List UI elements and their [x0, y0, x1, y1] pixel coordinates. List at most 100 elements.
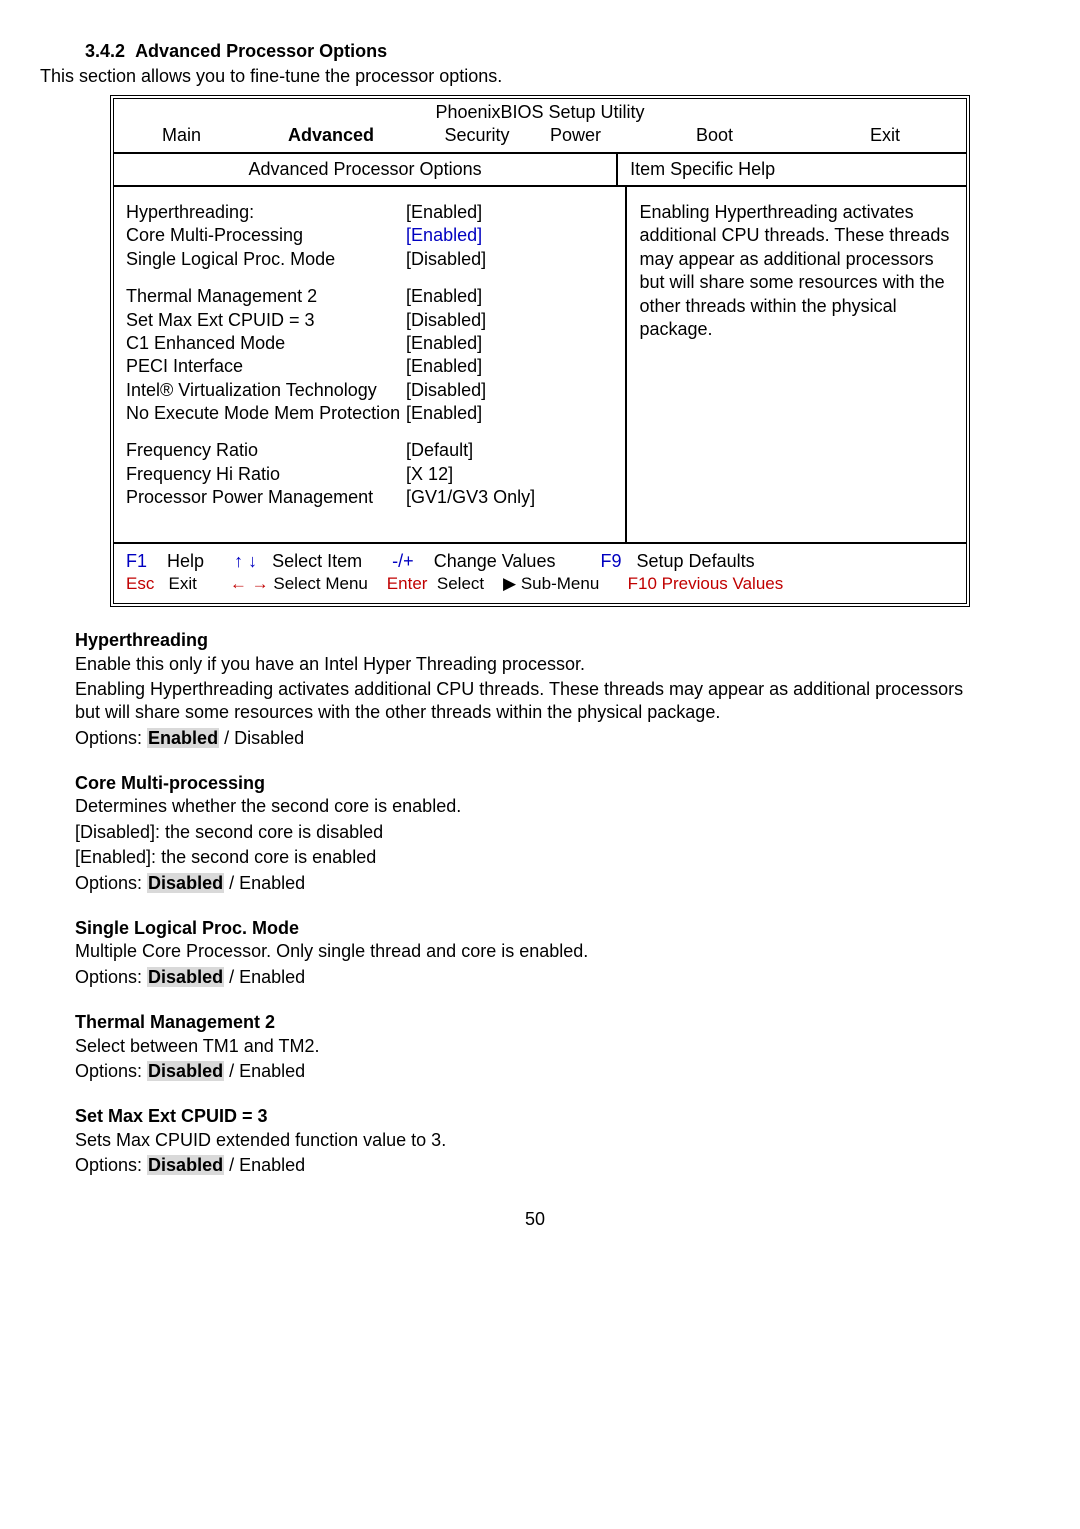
- setting-row[interactable]: C1 Enhanced Mode [Enabled]: [126, 332, 613, 355]
- key-select-item: Select Item: [272, 550, 362, 573]
- setting-value: [Enabled]: [406, 285, 613, 308]
- option-block: Single Logical Proc. ModeMultiple Core P…: [75, 917, 980, 989]
- arrows-leftright-icon: ← →: [230, 573, 269, 595]
- setting-value: [Disabled]: [406, 379, 613, 402]
- bios-subheader-right: Item Specific Help: [616, 154, 966, 185]
- option-values: Options: Disabled / Enabled: [75, 966, 980, 989]
- setting-value: [Enabled]: [406, 224, 613, 247]
- bios-body: Hyperthreading: [Enabled] Core Multi-Pro…: [114, 187, 966, 542]
- setting-value: [Enabled]: [406, 402, 613, 425]
- key-help: Help: [167, 550, 204, 573]
- option-title: Hyperthreading: [75, 629, 980, 652]
- tab-advanced[interactable]: Advanced: [288, 124, 414, 147]
- setting-label: C1 Enhanced Mode: [126, 332, 406, 355]
- options-prefix: Options:: [75, 873, 147, 893]
- option-block: Core Multi-processingDetermines whether …: [75, 772, 980, 895]
- setting-label: Intel® Virtualization Technology: [126, 379, 406, 402]
- setting-value: [Disabled]: [406, 248, 613, 271]
- setting-label: Single Logical Proc. Mode: [126, 248, 406, 271]
- tab-power[interactable]: Power: [540, 124, 676, 147]
- option-block: Set Max Ext CPUID = 3Sets Max CPUID exte…: [75, 1105, 980, 1177]
- bios-subheader: Advanced Processor Options Item Specific…: [114, 152, 966, 187]
- setting-value: [GV1/GV3 Only]: [406, 486, 613, 509]
- bios-panel: PhoenixBIOS Setup Utility Main Advanced …: [110, 95, 970, 607]
- option-line: [Enabled]: the second core is enabled: [75, 846, 980, 869]
- setting-row[interactable]: Set Max Ext CPUID = 3 [Disabled]: [126, 309, 613, 332]
- bios-help-text: Enabling Hyperthreading activates additi…: [625, 187, 966, 542]
- options-suffix: / Enabled: [224, 1061, 305, 1081]
- setting-value: [X 12]: [406, 463, 613, 486]
- footer-row-1: F1 Help ↑ ↓ Select Item -/+ Change Value…: [126, 550, 954, 573]
- tab-main[interactable]: Main: [132, 124, 288, 147]
- bios-tabs: Main Advanced Security Power Boot Exit: [114, 124, 966, 151]
- option-title: Core Multi-processing: [75, 772, 980, 795]
- setting-row[interactable]: Core Multi-Processing [Enabled]: [126, 224, 613, 247]
- setting-row[interactable]: Frequency Hi Ratio [X 12]: [126, 463, 613, 486]
- setting-row[interactable]: Intel® Virtualization Technology [Disabl…: [126, 379, 613, 402]
- submenu-icon: ▶ Sub-Menu: [503, 573, 599, 595]
- options-prefix: Options:: [75, 967, 147, 987]
- setting-label: No Execute Mode Mem Protection: [126, 402, 406, 425]
- bios-settings: Hyperthreading: [Enabled] Core Multi-Pro…: [114, 187, 625, 542]
- key-exit: Exit: [169, 573, 197, 595]
- options-prefix: Options:: [75, 728, 147, 748]
- option-values: Options: Disabled / Enabled: [75, 1060, 980, 1083]
- options-suffix: / Enabled: [224, 967, 305, 987]
- section-heading: 3.4.2 Advanced Processor Options: [85, 40, 1030, 63]
- option-default: Enabled: [147, 728, 219, 748]
- key-prev-values: Previous Values: [662, 573, 784, 595]
- page-number: 50: [40, 1208, 1030, 1231]
- arrows-updown-icon: ↑ ↓: [234, 550, 257, 573]
- setting-row[interactable]: PECI Interface [Enabled]: [126, 355, 613, 378]
- setting-label: Processor Power Management: [126, 486, 406, 509]
- section-number: 3.4.2: [85, 41, 125, 61]
- key-change-values: Change Values: [434, 550, 556, 573]
- option-line: Select between TM1 and TM2.: [75, 1035, 980, 1058]
- option-block: Thermal Management 2Select between TM1 a…: [75, 1011, 980, 1083]
- section-description: This section allows you to fine-tune the…: [40, 65, 1030, 88]
- section-title-text: Advanced Processor Options: [135, 41, 387, 61]
- option-default: Disabled: [147, 967, 224, 987]
- option-values: Options: Enabled / Disabled: [75, 727, 980, 750]
- options-prefix: Options:: [75, 1061, 147, 1081]
- option-title: Single Logical Proc. Mode: [75, 917, 980, 940]
- options-prefix: Options:: [75, 1155, 147, 1175]
- option-line: Enable this only if you have an Intel Hy…: [75, 653, 980, 676]
- option-values: Options: Disabled / Enabled: [75, 872, 980, 895]
- setting-row[interactable]: Frequency Ratio [Default]: [126, 439, 613, 462]
- option-default: Disabled: [147, 1155, 224, 1175]
- tab-security[interactable]: Security: [414, 124, 540, 147]
- option-line: [Disabled]: the second core is disabled: [75, 821, 980, 844]
- option-default: Disabled: [147, 1061, 224, 1081]
- options-suffix: / Enabled: [224, 1155, 305, 1175]
- setting-label: PECI Interface: [126, 355, 406, 378]
- setting-label: Set Max Ext CPUID = 3: [126, 309, 406, 332]
- setting-label: Hyperthreading:: [126, 201, 406, 224]
- option-line: Multiple Core Processor. Only single thr…: [75, 940, 980, 963]
- option-line: Sets Max CPUID extended function value t…: [75, 1129, 980, 1152]
- setting-value: [Disabled]: [406, 309, 613, 332]
- key-f10: F10: [628, 573, 657, 595]
- setting-row[interactable]: No Execute Mode Mem Protection [Enabled]: [126, 402, 613, 425]
- option-title: Set Max Ext CPUID = 3: [75, 1105, 980, 1128]
- setting-row[interactable]: Processor Power Management [GV1/GV3 Only…: [126, 486, 613, 509]
- setting-row[interactable]: Hyperthreading: [Enabled]: [126, 201, 613, 224]
- setting-row[interactable]: Single Logical Proc. Mode [Disabled]: [126, 248, 613, 271]
- footer-row-2: Esc Exit ← → Select Menu Enter Select ▶ …: [126, 573, 954, 595]
- setting-row[interactable]: Thermal Management 2 [Enabled]: [126, 285, 613, 308]
- key-esc: Esc: [126, 573, 154, 595]
- bios-footer: F1 Help ↑ ↓ Select Item -/+ Change Value…: [114, 542, 966, 603]
- setting-label: Frequency Hi Ratio: [126, 463, 406, 486]
- key-select: Select: [437, 573, 484, 595]
- tab-exit[interactable]: Exit: [822, 124, 948, 147]
- setting-label: Thermal Management 2: [126, 285, 406, 308]
- bios-utility-title: PhoenixBIOS Setup Utility: [114, 99, 966, 124]
- key-enter: Enter: [387, 573, 428, 595]
- option-line: Determines whether the second core is en…: [75, 795, 980, 818]
- key-plusminus: -/+: [392, 550, 414, 573]
- key-f1: F1: [126, 550, 147, 573]
- setting-value: [Enabled]: [406, 355, 613, 378]
- key-f9: F9: [600, 550, 621, 573]
- setting-label: Frequency Ratio: [126, 439, 406, 462]
- tab-boot[interactable]: Boot: [676, 124, 822, 147]
